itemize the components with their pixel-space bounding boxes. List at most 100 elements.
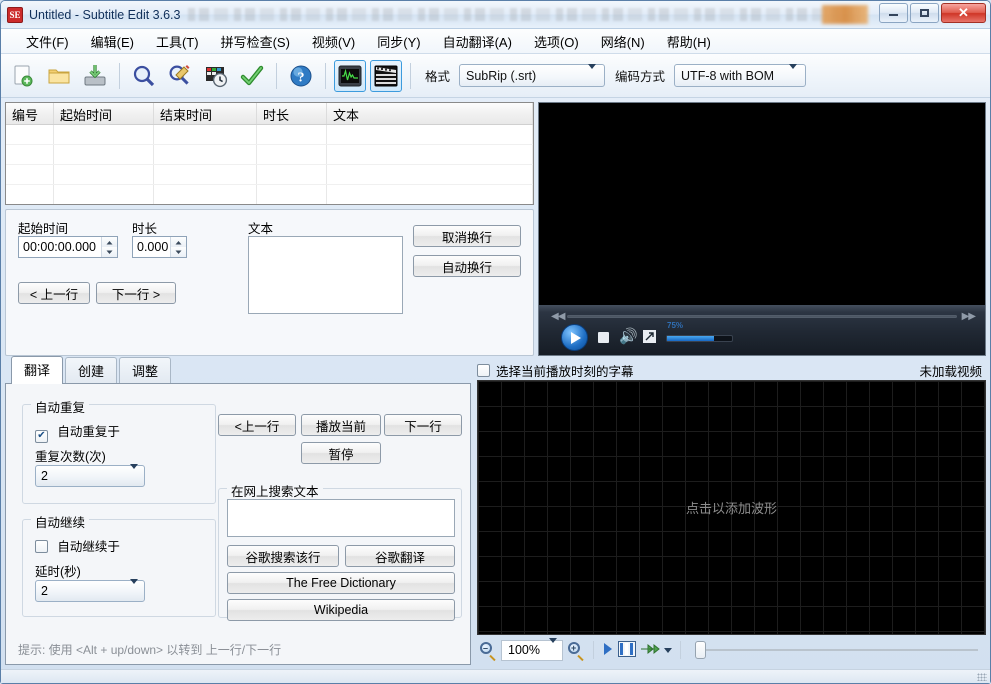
menu-item-file[interactable]: 文件(F) [15, 29, 80, 54]
format-combo[interactable]: SubRip (.srt) [459, 63, 606, 87]
resize-grip[interactable] [977, 673, 987, 681]
encoding-combo[interactable]: UTF-8 with BOM [674, 63, 807, 87]
rewind-icon[interactable]: ◀◀ [551, 311, 565, 322]
unbreak-button[interactable]: 取消换行 [413, 225, 521, 247]
play-button[interactable] [561, 324, 588, 351]
chevron-down-icon[interactable] [664, 647, 672, 653]
column-header-number[interactable]: 编号 [6, 103, 54, 124]
toolbar-separator [119, 62, 120, 89]
save-icon[interactable] [79, 60, 111, 92]
google-translate-button[interactable]: 谷歌翻译 [345, 545, 455, 567]
column-header-start-time[interactable]: 起始时间 [54, 103, 154, 124]
volume-icon[interactable]: 🔊 [619, 329, 638, 344]
auto-repeat-checkbox[interactable]: 自动重复于 [35, 421, 120, 443]
repeat-count-combo[interactable]: 2 [35, 464, 145, 487]
minimize-button[interactable] [879, 3, 908, 23]
web-search-title: 在网上搜索文本 [227, 481, 323, 500]
sync-time-icon[interactable] [200, 60, 232, 92]
new-file-icon[interactable] [7, 60, 39, 92]
google-search-line-button[interactable]: 谷歌搜索该行 [227, 545, 339, 567]
stop-button[interactable] [598, 332, 609, 343]
zoom-level-combo[interactable]: 100% [501, 638, 563, 661]
column-header-duration[interactable]: 时长 [257, 103, 327, 124]
menu-item-auto-translate[interactable]: 自动翻译(A) [432, 29, 523, 54]
web-search-input[interactable] [227, 499, 455, 537]
translate-previous-line-button[interactable]: <上一行 [218, 414, 296, 436]
scene-change-icon[interactable] [618, 640, 636, 660]
video-player[interactable]: ◀◀ ▶▶ 🔊 75% [538, 102, 986, 356]
translate-next-line-button[interactable]: 下一行 [384, 414, 462, 436]
volume-slider[interactable] [666, 335, 733, 342]
menu-item-spellcheck[interactable]: 拼写检查(S) [210, 29, 301, 54]
tab-translate[interactable]: 翻译 [11, 356, 64, 384]
video-status-label: 未加载视频 [919, 364, 982, 379]
select-current-subtitle-checkbox[interactable] [477, 363, 490, 377]
close-button[interactable]: ✕ [941, 3, 986, 23]
toolbar-separator [325, 62, 326, 89]
column-header-end-time[interactable]: 结束时间 [154, 103, 257, 124]
menu-item-options[interactable]: 选项(O) [523, 29, 590, 54]
column-header-text[interactable]: 文本 [327, 103, 533, 124]
slider-thumb[interactable] [695, 641, 706, 659]
video-surface[interactable] [539, 103, 985, 305]
repeat-count-label: 重复次数(次) [35, 450, 106, 464]
subtitle-list-view[interactable]: 编号 起始时间 结束时间 时长 文本 [5, 102, 534, 205]
menu-bar: 文件(F) 编辑(E) 工具(T) 拼写检查(S) 视频(V) 同步(Y) 自动… [1, 29, 990, 54]
table-row[interactable] [6, 125, 533, 145]
maximize-button[interactable] [910, 3, 939, 23]
spell-check-icon[interactable] [236, 60, 268, 92]
wikipedia-button[interactable]: Wikipedia [227, 599, 455, 621]
waveform-toggle-icon[interactable] [334, 59, 366, 92]
table-row[interactable] [6, 185, 533, 204]
video-controls: ◀◀ ▶▶ 🔊 75% [539, 305, 985, 355]
table-row[interactable] [6, 145, 533, 165]
video-column: ◀◀ ▶▶ 🔊 75% [538, 102, 986, 356]
waveform-position-slider[interactable] [695, 641, 978, 659]
tab-create[interactable]: 创建 [65, 357, 118, 384]
duration-stepper[interactable] [170, 237, 186, 257]
subtitle-text-input[interactable] [248, 236, 403, 314]
waveform-placeholder[interactable]: 点击以添加波形 [478, 381, 985, 634]
auto-break-button[interactable]: 自动换行 [413, 255, 521, 277]
fullscreen-icon[interactable] [643, 330, 656, 343]
auto-continue-checkbox[interactable]: 自动继续于 [35, 536, 120, 555]
auto-continue-title: 自动继续 [31, 512, 90, 531]
pause-button[interactable]: 暂停 [301, 442, 381, 464]
menu-item-network[interactable]: 网络(N) [590, 29, 656, 54]
table-row[interactable] [6, 165, 533, 185]
help-icon[interactable]: ? [285, 60, 317, 92]
zoom-in-icon[interactable]: + [567, 641, 585, 662]
application-window: SE Untitled - Subtitle Edit 3.6.3 ✕ 文件(F… [0, 0, 991, 684]
fast-forward-icon[interactable] [640, 642, 660, 659]
video-toggle-icon[interactable] [370, 59, 402, 92]
tab-adjust[interactable]: 调整 [119, 357, 172, 384]
text-label: 文本 [248, 222, 274, 236]
free-dictionary-button[interactable]: The Free Dictionary [227, 572, 455, 594]
replace-icon[interactable] [164, 60, 196, 92]
menu-item-tools[interactable]: 工具(T) [145, 29, 210, 54]
delay-combo[interactable]: 2 [35, 579, 145, 602]
start-time-input[interactable]: 00:00:00.000 [18, 236, 118, 258]
toolbar-separator [276, 62, 277, 89]
start-time-stepper[interactable] [101, 237, 117, 257]
zoom-out-icon[interactable]: – [479, 641, 497, 662]
waveform-play-icon[interactable] [602, 642, 614, 659]
seek-bar[interactable] [567, 315, 957, 318]
play-current-button[interactable]: 播放当前 [301, 414, 381, 436]
chevron-down-icon [582, 63, 602, 83]
fast-forward-icon[interactable]: ▶▶ [962, 311, 976, 322]
menu-item-video[interactable]: 视频(V) [301, 29, 366, 54]
find-icon[interactable] [128, 60, 160, 92]
menu-item-edit[interactable]: 编辑(E) [80, 29, 145, 54]
list-body[interactable] [6, 125, 533, 204]
menu-item-help[interactable]: 帮助(H) [656, 29, 722, 54]
open-folder-icon[interactable] [43, 60, 75, 92]
window-title: Untitled - Subtitle Edit 3.6.3 [29, 7, 181, 22]
next-line-button[interactable]: 下一行 > [96, 282, 176, 304]
duration-input[interactable]: 0.000 [132, 236, 187, 258]
menu-item-sync[interactable]: 同步(Y) [366, 29, 431, 54]
auto-repeat-checkbox-label: 自动重复于 [57, 425, 120, 439]
previous-line-button[interactable]: < 上一行 [18, 282, 90, 304]
start-time-value: 00:00:00.000 [23, 240, 96, 254]
waveform-display[interactable]: 点击以添加波形 [477, 380, 986, 635]
